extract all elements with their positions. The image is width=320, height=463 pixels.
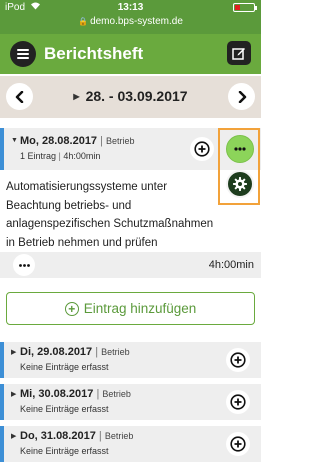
menu-button[interactable] (10, 41, 36, 67)
app-header: Berichtsheft (0, 34, 261, 74)
add-entry-day-button[interactable] (190, 137, 214, 161)
caret-right-icon: ▶ (11, 433, 17, 440)
caret-right-icon: ▶ (11, 349, 17, 356)
day-summary: 1 Eintrag | 4h:00min (20, 151, 100, 161)
settings-button[interactable] (226, 170, 254, 198)
lock-icon: 🔒 (78, 17, 89, 26)
plus-circle-icon (230, 394, 246, 410)
day-title: Di, 29.08.2017 | Betrieb (20, 346, 130, 358)
week-navigation: ▶ 28. - 03.09.2017 (0, 76, 261, 118)
day-type: Betrieb (102, 389, 131, 399)
entry-footer: 4h:00min (0, 252, 261, 278)
more-options-button[interactable] (226, 135, 254, 163)
menu-icon (17, 49, 29, 59)
add-entry-day-button[interactable] (226, 432, 250, 456)
plus-circle-icon (194, 141, 210, 157)
caret-down-icon: ▼ (11, 137, 18, 144)
edit-icon (232, 48, 245, 60)
next-week-button[interactable] (228, 83, 255, 110)
day-status: Keine Einträge erfasst (20, 362, 109, 372)
day-row[interactable]: ▶ Mi, 30.08.2017 | Betrieb Keine Einträg… (0, 384, 261, 420)
caret-right-icon: ▶ (73, 92, 80, 101)
plus-circle-icon (230, 436, 246, 452)
day-date: Mi, 30.08.2017 (20, 388, 94, 400)
more-dots-icon (18, 263, 30, 267)
day-type: Betrieb (106, 136, 135, 146)
add-entry-day-button[interactable] (226, 348, 250, 372)
day-title: Mo, 28.08.2017 | Betrieb (20, 135, 135, 147)
add-entry-day-button[interactable] (226, 390, 250, 414)
entry-more-button[interactable] (13, 254, 35, 276)
url-text: demo.bps-system.de (90, 16, 183, 27)
plus-circle-icon: + (64, 301, 79, 316)
more-dots-icon (234, 147, 246, 151)
day-actions-panel (218, 128, 260, 205)
entry-description[interactable]: Automatisierungssysteme unter Beachtung … (6, 178, 221, 252)
day-title: Do, 31.08.2017 | Betrieb (20, 430, 133, 442)
gear-icon (233, 177, 247, 191)
day-row[interactable]: ▶ Di, 29.08.2017 | Betrieb Keine Einträg… (0, 342, 261, 378)
edit-button[interactable] (227, 41, 251, 65)
battery-icon (233, 3, 257, 12)
day-total-duration: 4h:00min (63, 151, 101, 161)
caret-right-icon: ▶ (11, 391, 17, 398)
url-bar[interactable]: 🔒 demo.bps-system.de (0, 16, 261, 27)
add-entry-label: Eintrag hinzufügen (83, 301, 197, 316)
day-status: Keine Einträge erfasst (20, 404, 109, 414)
app-screen: iPod 13:13 🔒 demo.bps-system.de Berichtsh… (0, 0, 261, 463)
add-entry-button[interactable]: + Eintrag hinzufügen (6, 292, 255, 325)
entry-duration: 4h:00min (208, 259, 254, 271)
day-date: Do, 31.08.2017 (20, 430, 96, 442)
chevron-right-icon (238, 90, 246, 103)
clock-time: 13:13 (117, 2, 144, 13)
week-range-label: 28. - 03.09.2017 (85, 88, 188, 104)
day-status: Keine Einträge erfasst (20, 446, 109, 456)
page-title: Berichtsheft (44, 44, 144, 63)
day-title: Mi, 30.08.2017 | Betrieb (20, 388, 131, 400)
entries-count: 1 Eintrag (20, 151, 57, 161)
week-selector[interactable]: ▶ 28. - 03.09.2017 (0, 88, 261, 104)
day-date: Mo, 28.08.2017 (20, 135, 98, 147)
day-row[interactable]: ▶ Do, 31.08.2017 | Betrieb Keine Einträg… (0, 426, 261, 462)
day-type: Betrieb (101, 347, 130, 357)
day-date: Di, 29.08.2017 (20, 346, 93, 358)
status-bar: iPod 13:13 🔒 demo.bps-system.de (0, 0, 261, 34)
day-type: Betrieb (104, 431, 134, 441)
plus-circle-icon (230, 352, 246, 368)
